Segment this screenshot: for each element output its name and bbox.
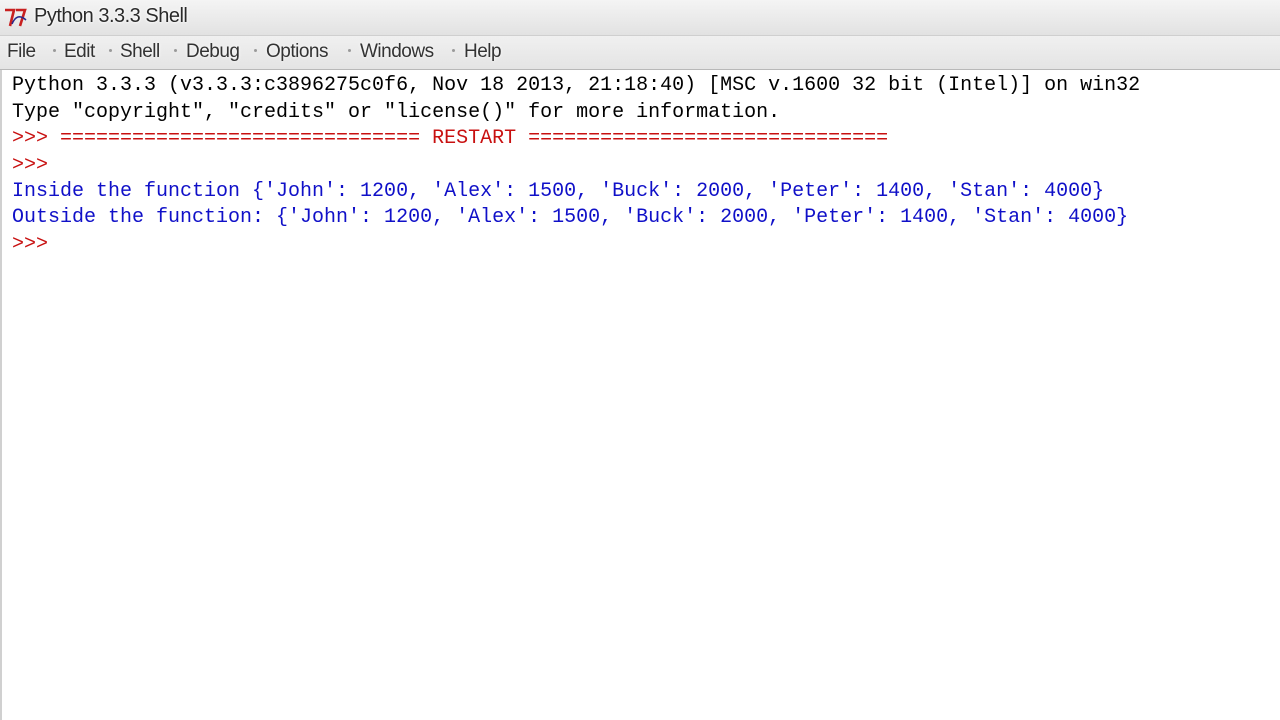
banner-line: Python 3.3.3 (v3.3.3:c3896275c0f6, Nov 1… (12, 74, 1141, 97)
menu-help[interactable]: Help (464, 41, 502, 63)
window-title: Python 3.3.3 Shell (34, 5, 188, 27)
menu-separator (452, 49, 455, 52)
menu-separator (53, 49, 56, 52)
menu-windows[interactable]: Windows (360, 41, 434, 63)
menu-separator (254, 49, 257, 52)
idle-python-icon (5, 8, 27, 27)
menu-options[interactable]: Options (266, 41, 328, 63)
idle-shell-window: Python 3.3.3 Shell File Edit Shell Debug… (0, 0, 1280, 720)
stdout-outside-line: Outside the function: {'John': 1200, 'Al… (12, 206, 1129, 229)
active-prompt[interactable]: >>> (12, 232, 48, 258)
stdout-inside-line: Inside the function {'John': 1200, 'Alex… (12, 180, 1105, 203)
menu-edit[interactable]: Edit (64, 41, 95, 63)
menu-bar: File Edit Shell Debug Options Windows He… (0, 36, 1280, 70)
restart-line: >>> ============================== RESTA… (12, 127, 889, 150)
prompt-line: >>> (12, 154, 49, 177)
title-bar[interactable]: Python 3.3.3 Shell (0, 0, 1280, 36)
menu-debug[interactable]: Debug (186, 41, 240, 63)
menu-separator (109, 49, 112, 52)
menu-separator (174, 49, 177, 52)
banner-info-line: Type "copyright", "credits" or "license(… (12, 101, 781, 124)
shell-text-area[interactable]: Python 3.3.3 (v3.3.3:c3896275c0f6, Nov 1… (0, 70, 1280, 720)
menu-shell[interactable]: Shell (120, 41, 160, 63)
menu-file[interactable]: File (7, 41, 36, 63)
menu-separator (348, 49, 351, 52)
